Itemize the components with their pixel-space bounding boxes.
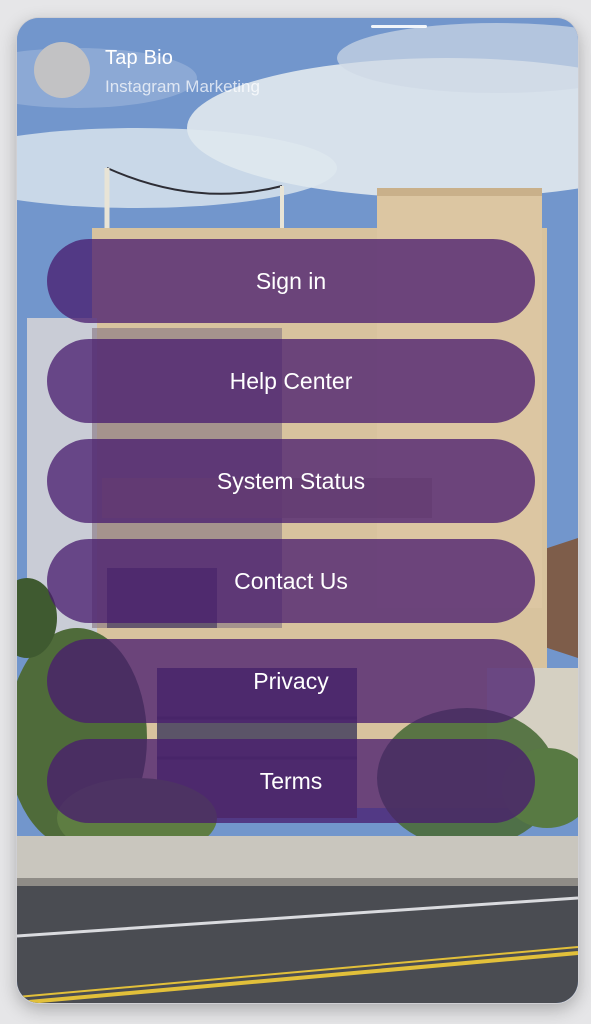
terms-button[interactable]: Terms (47, 739, 535, 823)
sign-in-button[interactable]: Sign in (47, 239, 535, 323)
contact-us-button[interactable]: Contact Us (47, 539, 535, 623)
profile-subtitle: Instagram Marketing (105, 77, 260, 96)
link-menu: Sign in Help Center System Status Contac… (47, 239, 535, 839)
avatar (34, 42, 90, 98)
story-progress-bar (371, 25, 427, 28)
help-center-button[interactable]: Help Center (47, 339, 535, 423)
privacy-button[interactable]: Privacy (47, 639, 535, 723)
system-status-button[interactable]: System Status (47, 439, 535, 523)
phone-frame: Tap Bio Instagram Marketing Sign in Help… (17, 18, 578, 1003)
profile-name: Tap Bio (105, 47, 174, 69)
